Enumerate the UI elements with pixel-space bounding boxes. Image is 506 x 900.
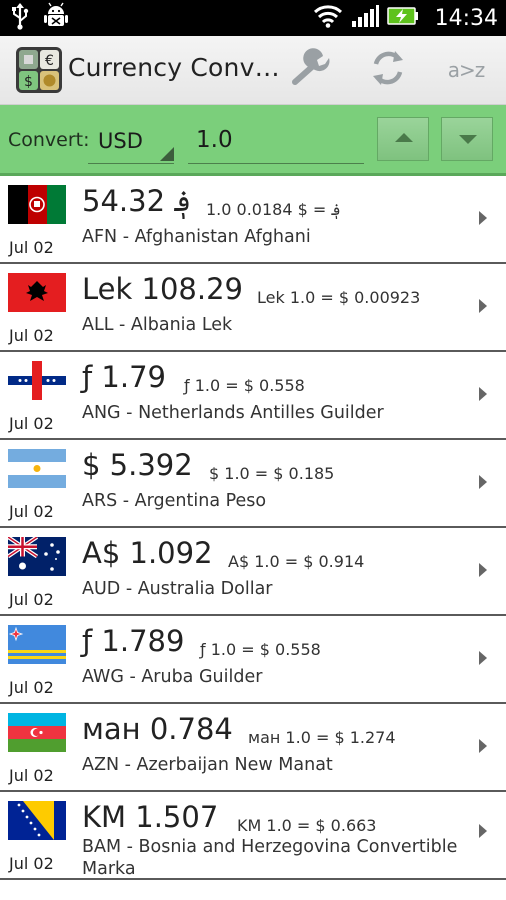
list-item[interactable]: Jul 02 ƒ 1.789 ƒ 1.0 = $ 0.558 AWG - Aru… [0, 616, 506, 704]
list-item[interactable]: Jul 02 KM 1.507 KM 1.0 = $ 0.663 BAM - B… [0, 792, 506, 880]
usb-icon [10, 2, 30, 34]
chevron-right-icon [479, 824, 487, 838]
status-bar-system: 14:34 [313, 0, 498, 36]
unit-rate: $ 1.0 = $ 0.185 [209, 464, 335, 483]
currency-name: ANG - Netherlands Antilles Guilder [82, 403, 384, 423]
unit-rate: Lek 1.0 = $ 0.00923 [257, 288, 421, 307]
convert-bar: Convert: USD 1.0 [0, 105, 506, 176]
svg-text:$: $ [24, 74, 33, 90]
converted-amount: ƒ 1.79 [82, 360, 166, 394]
netherlands-antilles-flag-icon [8, 361, 66, 400]
australia-flag-icon [8, 537, 66, 576]
chevron-right-icon [479, 739, 487, 753]
base-currency-select[interactable]: USD [88, 117, 174, 164]
chevron-right-icon [479, 475, 487, 489]
status-time: 14:34 [434, 5, 498, 31]
unit-rate: ƒ 1.0 = $ 0.558 [184, 376, 305, 395]
unit-rate: ƒ 1.0 = $ 0.558 [200, 640, 321, 659]
list-item[interactable]: Jul 02 $ 5.392 $ 1.0 = $ 0.185 ARS - Arg… [0, 440, 506, 528]
afghanistan-flag-icon [8, 185, 66, 224]
rate-date: Jul 02 [9, 502, 54, 521]
list-item[interactable]: Jul 02 ƒ 1.79 ƒ 1.0 = $ 0.558 ANG - Neth… [0, 352, 506, 440]
albania-flag-icon [8, 273, 66, 312]
aruba-flag-icon [8, 625, 66, 664]
battery-charging-icon [386, 6, 419, 30]
currency-name: ARS - Argentina Peso [82, 491, 267, 511]
converted-amount: $ 5.392 [82, 448, 193, 482]
unit-rate: ман 1.0 = $ 1.274 [248, 728, 396, 747]
action-bar: € $ Currency Conv… a>z [0, 36, 506, 105]
app-logo-icon: € $ [16, 47, 62, 93]
currency-name: AUD - Australia Dollar [82, 579, 273, 599]
bosnia-flag-icon [8, 801, 66, 840]
currency-name: AZN - Azerbaijan New Manat [82, 755, 333, 775]
status-bar-notifications [10, 2, 68, 34]
android-debug-icon [44, 2, 68, 34]
currency-name: ALL - Albania Lek [82, 315, 233, 335]
converted-amount: Lek 108.29 [82, 272, 243, 306]
azerbaijan-flag-icon [8, 713, 66, 752]
list-item[interactable]: Jul 02 Lek 108.29 Lek 1.0 = $ 0.00923 AL… [0, 264, 506, 352]
settings-button[interactable] [284, 44, 338, 96]
chevron-right-icon [479, 211, 487, 225]
chevron-right-icon [479, 299, 487, 313]
amount-value: 1.0 [196, 127, 233, 153]
arrow-up-icon [395, 133, 413, 142]
chevron-right-icon [479, 563, 487, 577]
list-item[interactable]: Jul 02 A$ 1.092 A$ 1.0 = $ 0.914 AUD - A… [0, 528, 506, 616]
decrement-button[interactable] [441, 117, 493, 161]
converted-amount: 54.32 ؋ [82, 184, 192, 218]
chevron-right-icon [479, 387, 487, 401]
unit-rate: 1.0 ؋ = $ 0.0184 [206, 200, 341, 219]
list-item[interactable]: Jul 02 ман 0.784 ман 1.0 = $ 1.274 AZN -… [0, 704, 506, 792]
app-title: Currency Conv… [68, 53, 280, 82]
wrench-icon [289, 48, 333, 92]
base-currency-value: USD [98, 129, 143, 153]
refresh-button[interactable] [361, 44, 415, 96]
dropdown-corner-icon [160, 147, 174, 161]
converted-amount: KM 1.507 [82, 800, 219, 834]
list-item[interactable]: Jul 02 54.32 ؋ 1.0 ؋ = $ 0.0184 AFN - Af… [0, 176, 506, 264]
converted-amount: ман 0.784 [82, 712, 233, 746]
refresh-icon [368, 48, 408, 92]
converted-amount: A$ 1.092 [82, 536, 213, 570]
rate-date: Jul 02 [9, 414, 54, 433]
chevron-right-icon [479, 651, 487, 665]
rate-date: Jul 02 [9, 854, 54, 873]
currency-list: Jul 02 54.32 ؋ 1.0 ؋ = $ 0.0184 AFN - Af… [0, 176, 506, 880]
increment-button[interactable] [377, 117, 429, 161]
amount-input[interactable]: 1.0 [188, 117, 364, 164]
rate-date: Jul 02 [9, 238, 54, 257]
wifi-icon [313, 4, 343, 32]
currency-name: AWG - Aruba Guilder [82, 667, 263, 687]
arrow-down-icon [459, 135, 477, 144]
argentina-flag-icon [8, 449, 66, 488]
rate-date: Jul 02 [9, 678, 54, 697]
rate-date: Jul 02 [9, 326, 54, 345]
unit-rate: KM 1.0 = $ 0.663 [237, 816, 377, 835]
status-bar: 14:34 [0, 0, 506, 36]
sort-button[interactable]: a>z [439, 44, 493, 96]
convert-label: Convert: [8, 129, 90, 151]
currency-name: BAM - Bosnia and Herzegovina Convertible… [82, 837, 458, 879]
signal-icon [351, 4, 379, 32]
converted-amount: ƒ 1.789 [82, 624, 185, 658]
svg-text:€: € [45, 53, 54, 69]
rate-date: Jul 02 [9, 766, 54, 785]
rate-date: Jul 02 [9, 590, 54, 609]
currency-name: AFN - Afghanistan Afghani [82, 227, 311, 247]
unit-rate: A$ 1.0 = $ 0.914 [228, 552, 365, 571]
sort-az-icon: a>z [447, 58, 486, 82]
